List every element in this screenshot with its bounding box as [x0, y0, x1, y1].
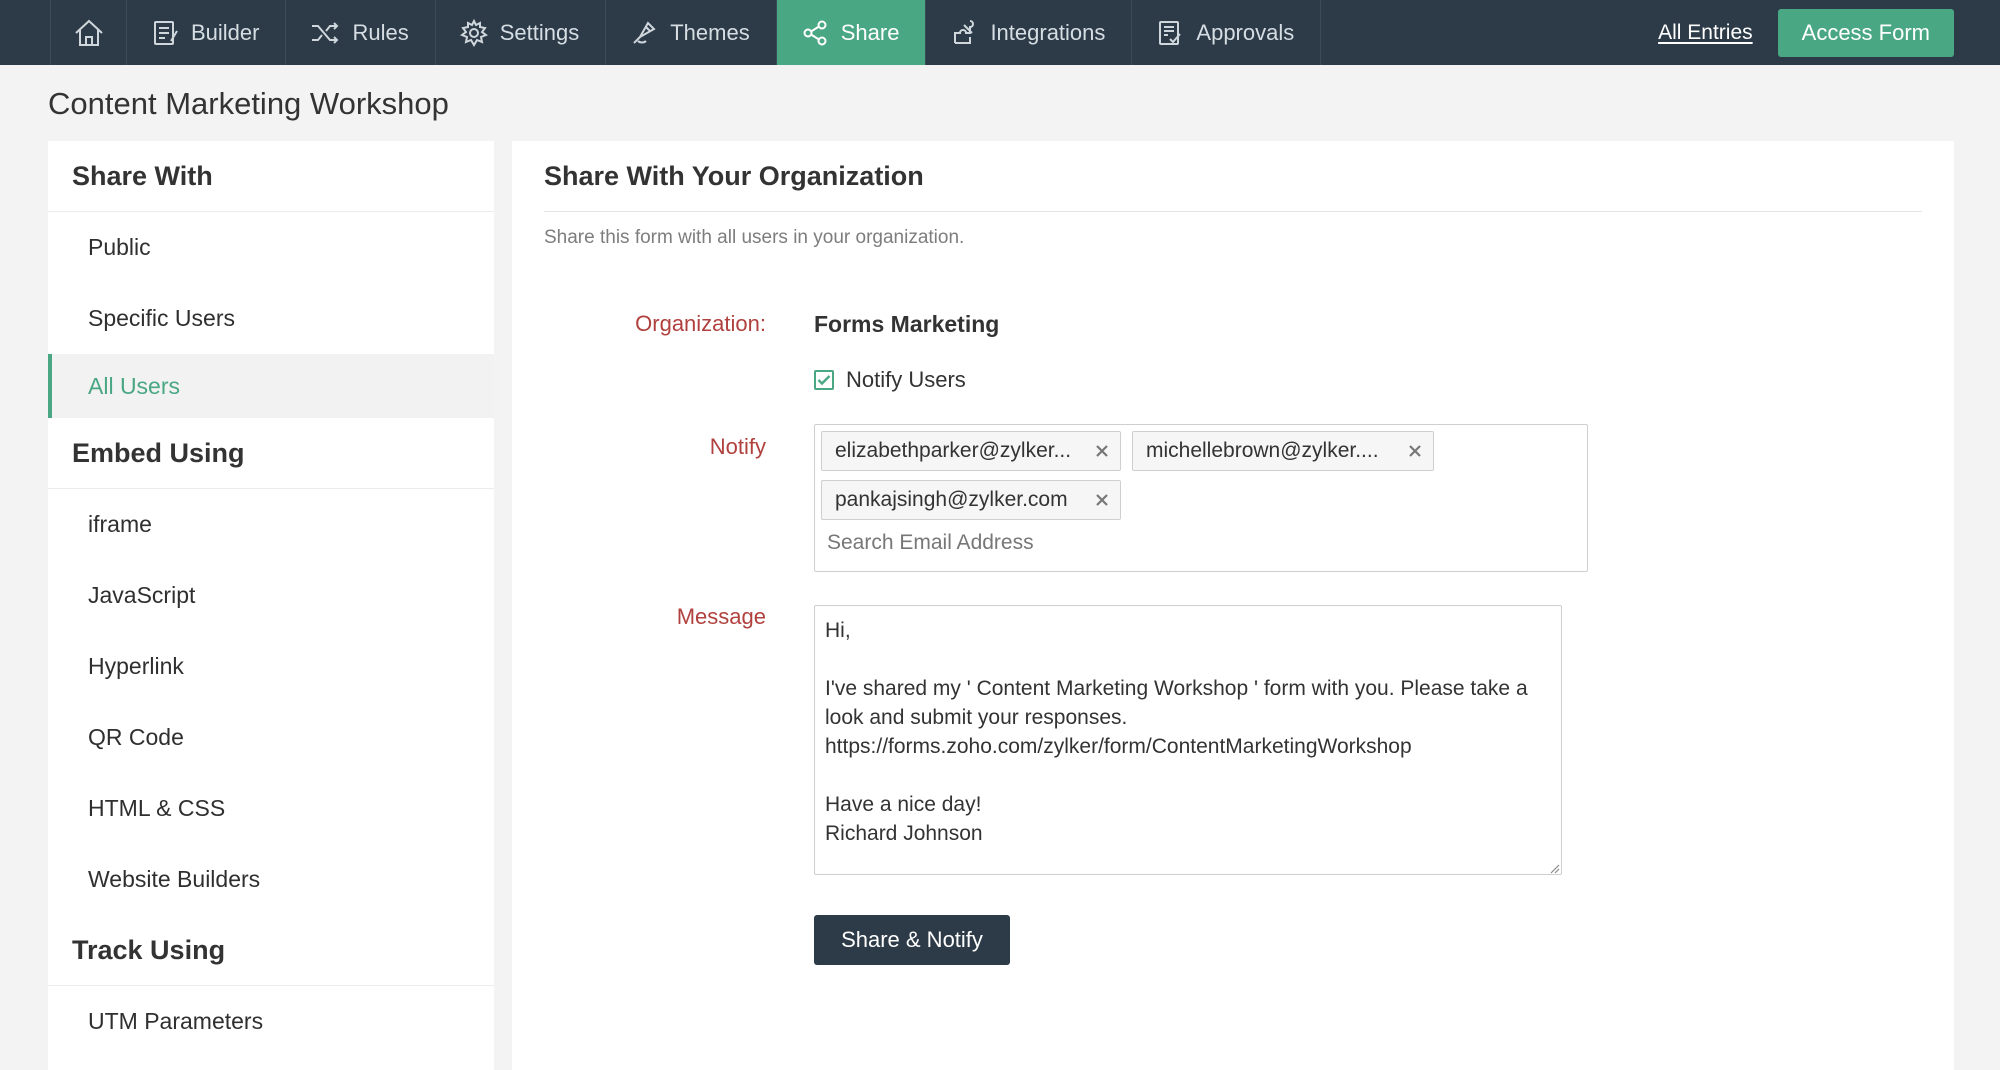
remove-recipient-button[interactable] [1092, 441, 1112, 461]
nav-settings[interactable]: Settings [436, 0, 607, 65]
nav-builder[interactable]: Builder [127, 0, 287, 65]
recipient-email: elizabethparker@zylker... [835, 439, 1072, 462]
approvals-icon [1159, 20, 1182, 45]
embed-using-heading: Embed Using [48, 418, 494, 489]
panel-divider [544, 211, 1922, 212]
sidebar-item-html-css[interactable]: HTML & CSS [48, 773, 494, 844]
notify-users-checkbox[interactable]: Notify Users [814, 367, 966, 393]
check-icon [817, 375, 831, 386]
track-using-heading: Track Using [48, 915, 494, 986]
organization-value: Forms Marketing [814, 311, 1000, 337]
close-icon [1409, 445, 1421, 457]
panel-description: Share this form with all users in your o… [544, 227, 965, 248]
close-icon [1096, 445, 1108, 457]
organization-label: Organization: [635, 311, 766, 336]
access-form-button[interactable]: Access Form [1777, 8, 1954, 57]
sidebar-item-specific-users[interactable]: Specific Users [48, 283, 494, 354]
nav-actions: All Entries Access Form [1658, 0, 2000, 65]
sidebar-item-public[interactable]: Public [48, 212, 494, 283]
notify-users-label: Notify Users [846, 367, 966, 392]
sidebar-item-utm-parameters[interactable]: UTM Parameters [48, 986, 494, 1057]
sidebar-item-iframe[interactable]: iframe [48, 489, 494, 560]
resize-grip-icon[interactable] [1548, 862, 1560, 874]
sidebar-item-javascript[interactable]: JavaScript [48, 560, 494, 631]
share-icon [803, 20, 827, 45]
nav-themes[interactable]: Themes [606, 0, 777, 65]
all-entries-link[interactable]: All Entries [1658, 21, 1753, 45]
nav-integrations[interactable]: Integrations [926, 0, 1133, 65]
nav-rules[interactable]: Rules [286, 0, 436, 65]
sidebar-item-qr-code[interactable]: QR Code [48, 702, 494, 773]
remove-recipient-button[interactable] [1405, 441, 1425, 461]
puzzle-icon [954, 19, 975, 44]
nav-share[interactable]: Share [776, 0, 927, 65]
gear-icon [459, 18, 488, 47]
panel-title: Share With Your Organization [544, 161, 924, 191]
search-email-input[interactable] [827, 525, 1567, 561]
share-organization-panel: Share With Your Organization Share this … [512, 141, 1954, 1070]
notify-label: Notify [709, 434, 766, 459]
paint-icon [633, 20, 656, 44]
sidebar-item-website-builders[interactable]: Website Builders [48, 844, 494, 915]
top-nav: Builder Rules Settings Themes Share Inte… [0, 0, 2000, 65]
close-icon [1096, 494, 1108, 506]
share-with-heading: Share With [48, 141, 494, 212]
shuffle-icon [312, 21, 339, 44]
nav-approvals[interactable]: Approvals [1132, 0, 1322, 65]
recipients-field[interactable]: elizabethparker@zylker... michellebrown@… [814, 424, 1588, 572]
sidebar-item-all-users[interactable]: All Users [48, 354, 494, 418]
message-label: Message [676, 604, 766, 629]
message-textarea[interactable] [814, 605, 1562, 875]
remove-recipient-button[interactable] [1092, 490, 1112, 510]
share-notify-button[interactable]: Share & Notify [814, 915, 1010, 965]
recipient-email: pankajsingh@zylker.com [835, 488, 1068, 511]
home-icon [74, 19, 103, 46]
recipient-chip: pankajsingh@zylker.com [821, 480, 1121, 520]
builder-icon [154, 20, 178, 45]
page-title: Content Marketing Workshop [48, 86, 449, 121]
home-button[interactable] [50, 0, 127, 65]
share-sidebar: Share With Public Specific Users All Use… [48, 141, 494, 1070]
recipient-email: michellebrown@zylker.... [1146, 439, 1379, 462]
recipient-chip: michellebrown@zylker.... [1132, 431, 1434, 471]
checkbox[interactable] [814, 370, 834, 390]
recipient-chip: elizabethparker@zylker... [821, 431, 1121, 471]
sidebar-item-hyperlink[interactable]: Hyperlink [48, 631, 494, 702]
